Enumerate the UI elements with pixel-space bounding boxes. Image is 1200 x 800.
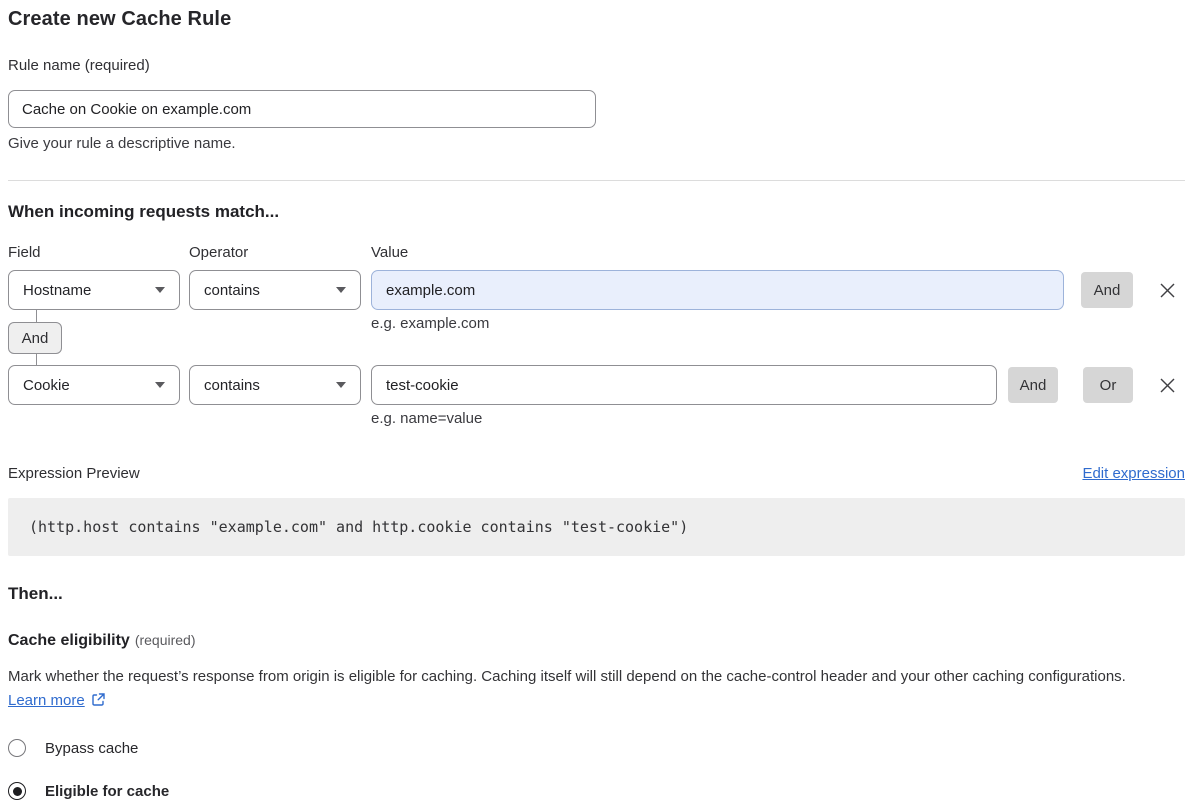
section-divider — [8, 180, 1185, 181]
rule-name-helper: Give your rule a descriptive name. — [8, 135, 1185, 152]
operator-select-row1[interactable]: contains — [189, 270, 361, 310]
operator-select-row2-value: contains — [204, 377, 260, 394]
add-or-condition-button-row2[interactable]: Or — [1083, 367, 1133, 403]
expression-preview-label: Expression Preview — [8, 465, 140, 482]
operator-column-label: Operator — [189, 244, 248, 261]
condition-builder: Field Operator Value Hostname contains A… — [8, 243, 1185, 428]
description-text: Mark whether the request’s response from… — [8, 668, 1126, 685]
field-column-label: Field — [8, 244, 41, 261]
add-and-condition-button-row1[interactable]: And — [1081, 272, 1133, 308]
value-hint-row1: e.g. example.com — [371, 315, 489, 332]
field-select-row2[interactable]: Cookie — [8, 365, 180, 405]
chevron-down-icon — [336, 382, 346, 388]
match-heading: When incoming requests match... — [8, 202, 1185, 222]
remove-condition-button-row2[interactable] — [1155, 373, 1179, 397]
close-icon — [1159, 282, 1176, 299]
chevron-down-icon — [336, 287, 346, 293]
expression-preview-code: (http.host contains "example.com" and ht… — [8, 498, 1185, 556]
page-title: Create new Cache Rule — [8, 8, 1185, 31]
radio-selected-icon — [8, 782, 26, 800]
add-and-condition-button-row2[interactable]: And — [1008, 367, 1058, 403]
cache-eligibility-heading: Cache eligibility (required) — [8, 632, 1185, 650]
close-icon — [1159, 377, 1176, 394]
field-select-row2-value: Cookie — [23, 377, 70, 394]
remove-condition-button-row1[interactable] — [1155, 278, 1179, 302]
field-select-row1[interactable]: Hostname — [8, 270, 180, 310]
field-select-row1-value: Hostname — [23, 282, 91, 299]
radio-option-bypass-cache[interactable]: Bypass cache — [8, 739, 1185, 757]
radio-label: Bypass cache — [45, 740, 138, 757]
radio-label: Eligible for cache — [45, 783, 169, 800]
then-heading: Then... — [8, 584, 1185, 604]
expression-header: Expression Preview Edit expression — [8, 465, 1185, 482]
create-cache-rule-page: Create new Cache Rule Rule name (require… — [0, 0, 1200, 784]
rule-name-input[interactable] — [8, 90, 596, 128]
operator-select-row1-value: contains — [204, 282, 260, 299]
cache-eligibility-description: Mark whether the request’s response from… — [8, 665, 1160, 715]
required-note: (required) — [135, 632, 196, 648]
chevron-down-icon — [155, 382, 165, 388]
value-input-row1[interactable] — [371, 270, 1064, 310]
chevron-down-icon — [155, 287, 165, 293]
cache-eligibility-title: Cache eligibility — [8, 632, 130, 649]
radio-unselected-icon — [8, 739, 26, 757]
value-column-label: Value — [371, 244, 408, 261]
condition-connector-and-button[interactable]: And — [8, 322, 62, 354]
learn-more-link[interactable]: Learn more — [8, 692, 85, 709]
radio-option-eligible-for-cache[interactable]: Eligible for cache — [8, 782, 1185, 800]
value-hint-row2: e.g. name=value — [371, 410, 482, 427]
value-input-row2[interactable] — [371, 365, 997, 405]
edit-expression-link[interactable]: Edit expression — [1082, 465, 1185, 482]
external-link-icon — [91, 691, 106, 715]
rule-name-label: Rule name (required) — [8, 57, 1185, 74]
operator-select-row2[interactable]: contains — [189, 365, 361, 405]
